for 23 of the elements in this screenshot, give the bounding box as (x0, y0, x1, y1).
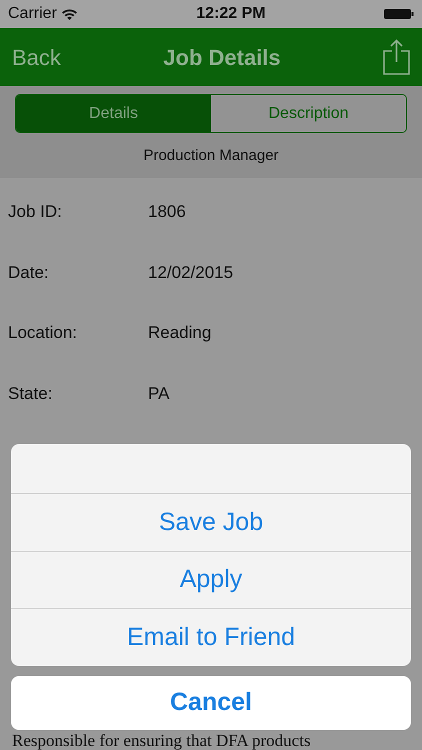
back-button[interactable]: Back (12, 40, 164, 74)
job-title: Production Manager (142, 146, 280, 166)
description-text: Responsible for ensuring that DFA products (11, 732, 312, 750)
nav-title: Job Details (163, 44, 281, 72)
field-label: Location: (8, 322, 78, 344)
action-button[interactable]: Save Job (11, 494, 411, 552)
field-value: 1806 (148, 201, 186, 223)
field-label: Date: (8, 262, 50, 284)
field-value: Reading (148, 322, 212, 344)
field-label: State: (8, 382, 54, 404)
segment-tab[interactable]: Details (16, 95, 211, 132)
action-button[interactable]: Apply (11, 552, 411, 610)
action-button[interactable]: Email to Friend (11, 609, 411, 666)
carrier-label: Carrier (8, 4, 57, 24)
segment-tab[interactable]: Description (211, 95, 406, 132)
status-time: 12:22 PM (196, 4, 266, 24)
field-value: 12/02/2015 (148, 262, 234, 284)
wifi-icon (60, 8, 78, 20)
field-value: PA (148, 382, 170, 404)
cancel-button[interactable]: Cancel (11, 676, 411, 730)
field-label: Job ID: (8, 201, 63, 223)
battery-icon (384, 8, 414, 20)
share-icon[interactable] (383, 39, 410, 75)
